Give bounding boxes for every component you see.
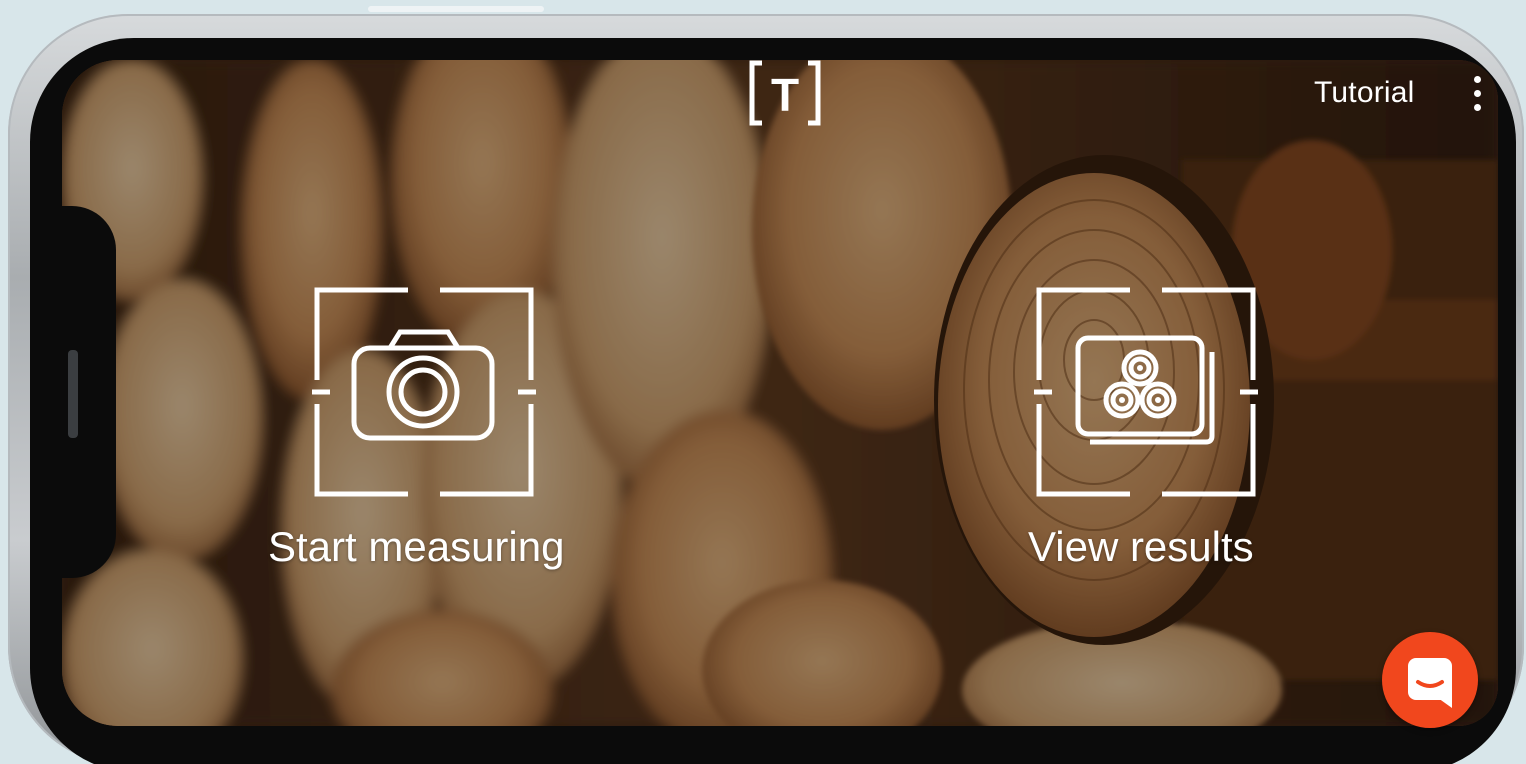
app-logo-icon: T xyxy=(748,60,822,126)
camera-icon xyxy=(312,287,536,497)
device-side-button xyxy=(68,350,78,438)
app-logo-letter: T xyxy=(771,69,799,121)
screenshot-stage: T Tutorial Start measuring View results xyxy=(0,0,1526,764)
start-measuring-label: Start measuring xyxy=(268,523,565,570)
device-top-highlight xyxy=(368,6,544,12)
view-results-label: View results xyxy=(1028,523,1254,570)
chat-bubble-icon xyxy=(1408,658,1452,708)
menu-dot xyxy=(1474,90,1481,97)
stacked-logs-gallery-icon xyxy=(1034,287,1258,497)
view-results-button[interactable]: View results xyxy=(1024,276,1274,576)
more-vert-icon[interactable] xyxy=(1462,72,1492,116)
chat-button[interactable] xyxy=(1382,632,1478,728)
menu-dot xyxy=(1474,76,1481,83)
menu-dot xyxy=(1474,104,1481,111)
start-measuring-button[interactable]: Start measuring xyxy=(262,276,592,576)
tutorial-button[interactable]: Tutorial xyxy=(1314,76,1415,110)
